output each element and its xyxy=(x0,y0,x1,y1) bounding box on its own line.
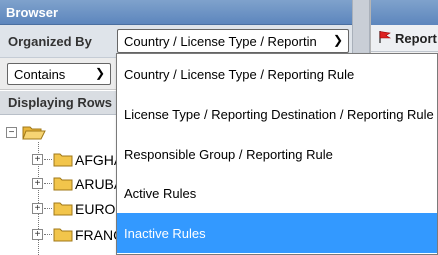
displaying-rows-label: Displaying Rows xyxy=(8,95,113,110)
filter-mode-select[interactable]: Contains ❯ xyxy=(7,63,111,85)
chevron-down-icon: ❯ xyxy=(332,33,343,47)
collapse-icon[interactable]: − xyxy=(6,127,17,138)
filter-mode-value: Contains xyxy=(14,67,66,82)
folder-icon xyxy=(53,153,73,167)
report-panel-label: Report xyxy=(395,31,437,46)
dropdown-option[interactable]: Responsible Group / Reporting Rule xyxy=(117,134,437,174)
flag-icon xyxy=(379,31,392,43)
app-window: Browser Organized By Contains ❯ Displayi… xyxy=(0,0,438,255)
open-folder-icon xyxy=(22,126,46,140)
folder-icon xyxy=(53,202,73,216)
expand-icon[interactable]: + xyxy=(32,203,43,214)
chevron-down-icon: ❯ xyxy=(94,66,105,80)
folder-icon xyxy=(53,228,73,242)
organized-by-dropdown: Country / License Type / Reporting Rule … xyxy=(116,53,438,255)
browser-panel-title: Browser xyxy=(0,0,352,25)
report-panel-header xyxy=(371,0,438,25)
organized-by-select[interactable]: Country / License Type / Reportin ❯ xyxy=(117,29,349,53)
dropdown-option-highlighted[interactable]: Inactive Rules xyxy=(117,213,437,253)
expand-icon[interactable]: + xyxy=(32,229,43,240)
expand-icon[interactable]: + xyxy=(32,154,43,165)
dropdown-option[interactable]: License Type / Reporting Destination / R… xyxy=(117,94,437,134)
organized-by-label: Organized By xyxy=(8,34,92,49)
folder-icon xyxy=(53,177,73,191)
dropdown-option[interactable]: Country / License Type / Reporting Rule xyxy=(117,54,437,94)
report-panel-toolbar: Report xyxy=(371,25,438,52)
expand-icon[interactable]: + xyxy=(32,178,43,189)
organized-by-value: Country / License Type / Reportin xyxy=(124,34,317,49)
dropdown-option[interactable]: Active Rules xyxy=(117,173,437,213)
